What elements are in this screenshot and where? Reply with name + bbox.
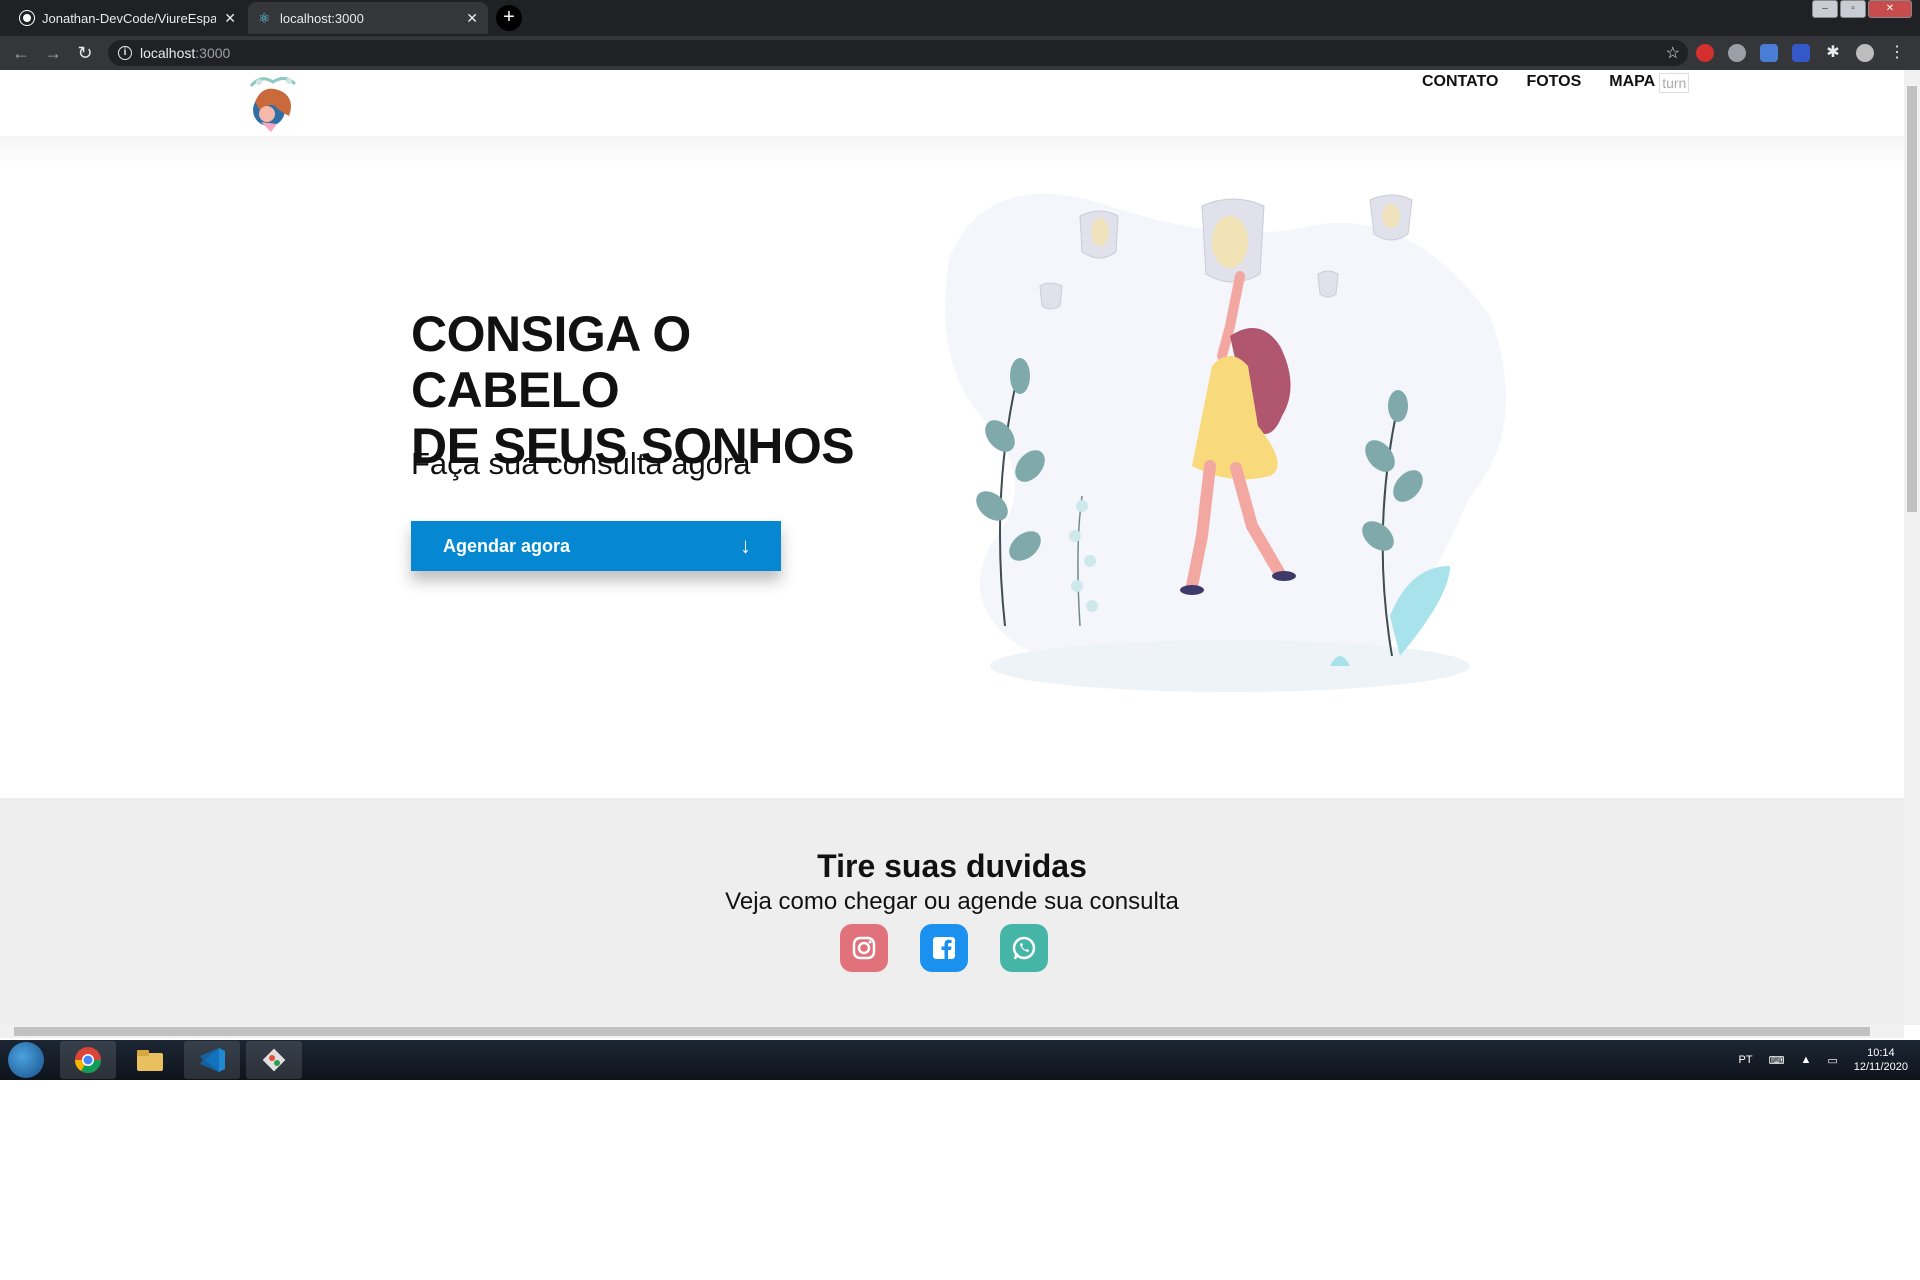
kebab-menu-icon[interactable]: ⋮ — [1888, 44, 1906, 62]
info-icon[interactable]: i — [118, 46, 132, 60]
react-icon: ⚛ — [258, 10, 271, 26]
windows-taskbar: PT ⌨ ▲ ▭ 10:14 12/11/2020 — [0, 1040, 1920, 1080]
bookmark-star-icon[interactable]: ☆ — [1666, 43, 1680, 63]
instagram-icon[interactable] — [840, 924, 888, 972]
hero-section: CONSIGA O CABELO DE SEUS SONHOS Faça sua… — [0, 166, 1904, 798]
start-button[interactable] — [8, 1042, 44, 1078]
arrow-down-icon: ↓ — [740, 533, 751, 558]
tab-localhost[interactable]: ⚛ localhost:3000 ✕ — [248, 2, 488, 34]
whatsapp-icon[interactable] — [1000, 924, 1048, 972]
system-tray: PT ⌨ ▲ ▭ 10:14 12/11/2020 — [1739, 1046, 1909, 1074]
github-icon — [20, 11, 34, 25]
browser-toolbar: ← → ↻ i localhost:3000 ☆ ✱ ⋮ — [0, 36, 1920, 70]
puzzle-icon[interactable]: ✱ — [1824, 44, 1842, 62]
vertical-scrollbar[interactable] — [1904, 70, 1920, 1025]
scroll-thumb[interactable] — [14, 1027, 1870, 1036]
vscode-taskbar-icon[interactable] — [184, 1041, 240, 1079]
web-page: CONTATO FOTOS MAPA turn CONSIGA O CABELO… — [0, 70, 1904, 1025]
close-tab-icon[interactable]: ✕ — [466, 10, 478, 27]
new-tab-button[interactable]: + — [496, 5, 522, 31]
maximize-button[interactable]: ▫ — [1840, 0, 1866, 18]
minimize-button[interactable]: – — [1812, 0, 1838, 18]
header-shadow-band — [0, 136, 1904, 166]
clock[interactable]: 10:14 12/11/2020 — [1854, 1046, 1908, 1074]
tab-github[interactable]: Jonathan-DevCode/ViureEspai ✕ — [10, 2, 246, 34]
nav-fotos[interactable]: FOTOS — [1526, 73, 1581, 93]
close-tab-icon[interactable]: ✕ — [224, 10, 236, 27]
site-header: CONTATO FOTOS MAPA turn — [0, 70, 1904, 136]
contact-subtitle: Veja como chegar ou agende sua consulta — [725, 888, 1179, 915]
window-controls: – ▫ ✕ — [1812, 0, 1912, 18]
schedule-button[interactable]: Agendar agora ↓ — [411, 521, 781, 571]
network-icon[interactable]: ▭ — [1827, 1054, 1837, 1067]
nav-mapa[interactable]: MAPA — [1609, 73, 1655, 93]
explorer-taskbar-icon[interactable] — [122, 1041, 178, 1079]
contact-title: Tire suas duvidas — [817, 848, 1087, 884]
close-window-button[interactable]: ✕ — [1868, 0, 1912, 18]
horizontal-scrollbar[interactable] — [0, 1025, 1904, 1038]
browser-tabbar: Jonathan-DevCode/ViureEspai ✕ ⚛ localhos… — [0, 0, 1920, 36]
language-indicator[interactable]: PT — [1739, 1054, 1753, 1066]
reload-icon[interactable]: ↻ — [74, 42, 96, 64]
extension-badge-icon[interactable] — [1728, 44, 1746, 62]
tray-chevron-icon[interactable]: ▲ — [1800, 1054, 1811, 1066]
forward-icon[interactable]: → — [42, 42, 64, 64]
scroll-thumb[interactable] — [1907, 86, 1917, 512]
nav-contato[interactable]: CONTATO — [1422, 73, 1498, 93]
keyboard-icon[interactable]: ⌨ — [1769, 1054, 1785, 1067]
screen: Jonathan-DevCode/ViureEspai ✕ ⚛ localhos… — [0, 0, 1920, 1080]
tab-title: localhost:3000 — [280, 10, 364, 26]
extension-blue-icon[interactable] — [1792, 44, 1810, 62]
url-text: localhost:3000 — [140, 45, 231, 61]
adblock-icon[interactable] — [1696, 44, 1714, 62]
contact-section: Tire suas duvidas Veja como chegar ou ag… — [0, 798, 1904, 1025]
girl-lanterns-illustration — [945, 193, 1506, 692]
site-logo[interactable] — [245, 72, 301, 134]
back-icon[interactable]: ← — [10, 42, 32, 64]
overlay-text: turn — [1659, 73, 1690, 93]
hero-subtitle: Faça sua consulta agora — [411, 446, 751, 481]
address-bar[interactable]: i localhost:3000 ☆ — [108, 40, 1688, 66]
translate-icon[interactable] — [1760, 44, 1778, 62]
main-nav: CONTATO FOTOS MAPA turn — [1422, 73, 1690, 93]
facebook-icon[interactable] — [920, 924, 968, 972]
git-taskbar-icon[interactable] — [246, 1041, 302, 1079]
schedule-button-label: Agendar agora — [443, 535, 571, 556]
profile-avatar[interactable] — [1856, 44, 1874, 62]
chrome-taskbar-icon[interactable] — [60, 1041, 116, 1079]
tab-title: Jonathan-DevCode/ViureEspai — [42, 10, 217, 26]
